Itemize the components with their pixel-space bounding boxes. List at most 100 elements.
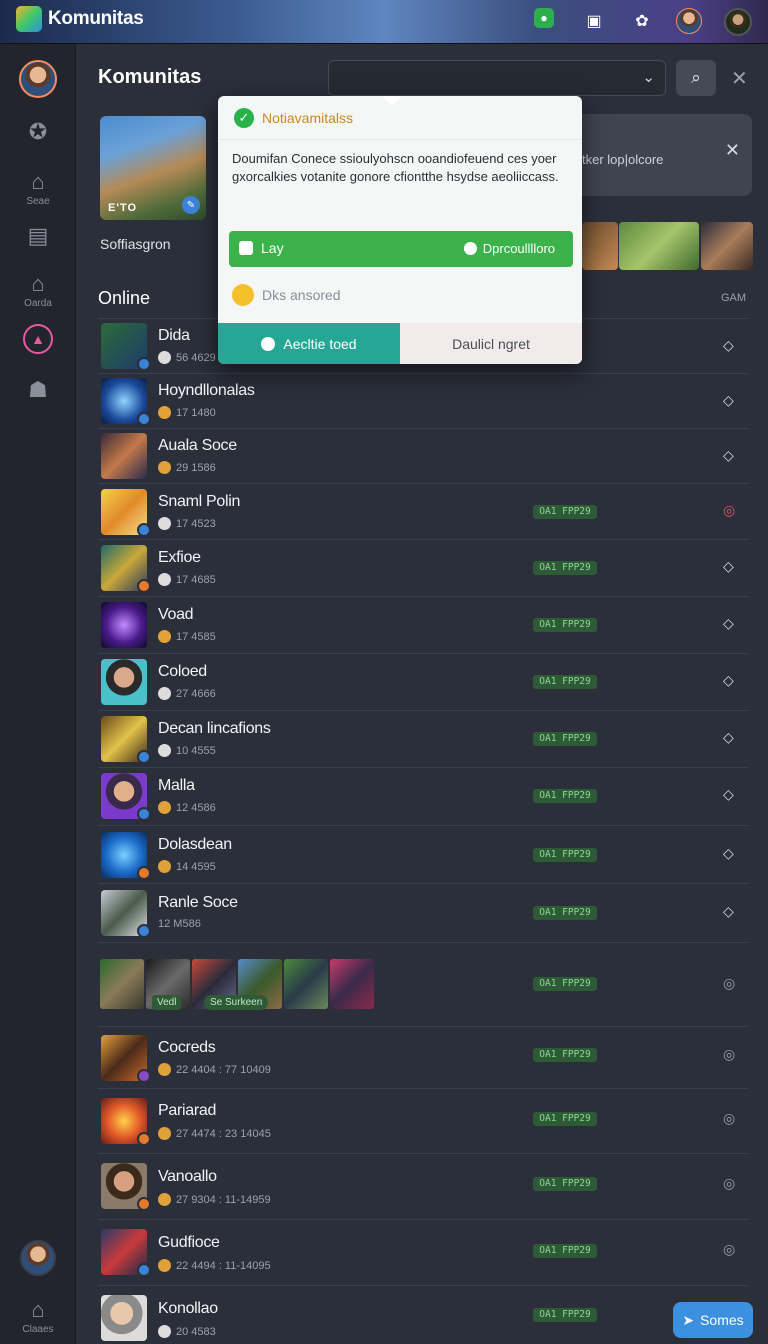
game-thumbnail	[101, 323, 151, 371]
status-badge: OA1 FPP29	[533, 1112, 597, 1126]
settings-icon[interactable]: ✿	[629, 8, 655, 34]
accept-button[interactable]: Aecltie toed	[218, 323, 400, 364]
friend-avatar[interactable]	[724, 8, 752, 36]
edit-icon[interactable]: ✎	[182, 196, 200, 214]
row-name: Snaml Polin	[158, 493, 241, 510]
table-row[interactable]: Pariarad 27 4474 : 23 14045 OA1 FPP29 ◎	[98, 1088, 748, 1153]
row-meta: 27 4474 : 23 14045	[158, 1127, 271, 1140]
status-badge: OA1 FPP29	[533, 675, 597, 689]
sidebar-item-claaes[interactable]: ⌂ Claaes	[0, 1297, 76, 1336]
badge-icon: ✪	[28, 119, 48, 144]
check-circle-icon[interactable]: ◎	[723, 1241, 735, 1258]
row-meta: 17 4685	[158, 573, 216, 586]
check-circle-icon[interactable]: ◎	[723, 1175, 735, 1192]
row-name: Voad	[158, 606, 194, 623]
shop-icon[interactable]: ▣	[581, 8, 607, 34]
diamond-icon[interactable]: ◇	[723, 786, 734, 803]
share-button[interactable]: ➤ Somes	[673, 1302, 753, 1338]
row-meta: 10 4555	[158, 744, 216, 757]
home-icon: ⌂	[31, 1297, 45, 1322]
check-circle-icon[interactable]: ◎	[723, 502, 735, 519]
gallery-row[interactable]: Vedl Se Surkeen OA1 FPP29 ◎	[98, 942, 748, 1026]
close-icon[interactable]: ✕	[725, 140, 740, 161]
app-title: Komunitas	[48, 8, 144, 29]
game-thumbnail[interactable]	[100, 959, 144, 1009]
row-meta: 17 4523	[158, 517, 216, 530]
check-circle-icon[interactable]: ◎	[723, 1046, 735, 1063]
diamond-icon[interactable]: ◇	[723, 447, 734, 464]
profile-avatar[interactable]	[676, 8, 702, 34]
sidebar-item-oarda[interactable]: ⌂ Oarda	[0, 271, 76, 310]
filter-select[interactable]: ⌄	[328, 60, 666, 96]
table-row[interactable]: Dolasdean 14 4595 OA1 FPP29 ◇	[98, 825, 748, 883]
row-meta: 12 4586	[158, 801, 216, 814]
sidebar-item-document[interactable]: ▤	[0, 224, 76, 248]
status-badge: OA1 FPP29	[533, 1048, 597, 1062]
table-row[interactable]: Decan lincafions 10 4555 OA1 FPP29 ◇	[98, 710, 748, 767]
diamond-icon[interactable]: ◇	[723, 558, 734, 575]
status-badge: OA1 FPP29	[533, 1308, 597, 1322]
row-meta: 12 M586	[158, 918, 201, 930]
table-row[interactable]: Exfioe 17 4685 OA1 FPP29 ◇	[98, 539, 748, 596]
diamond-icon[interactable]: ◇	[723, 615, 734, 632]
row-meta: 17 1480	[158, 406, 216, 419]
bar-left: Lay	[239, 240, 284, 256]
row-meta: 56 4629	[158, 351, 216, 364]
game-thumbnail[interactable]	[619, 222, 699, 270]
status-badge: OA1 FPP29	[533, 561, 597, 575]
check-circle-icon[interactable]: ◎	[723, 975, 735, 992]
diamond-icon[interactable]: ◇	[723, 729, 734, 746]
profile-avatar	[19, 60, 57, 98]
table-row[interactable]: Vanoallo 27 9304 : 11-14959 OA1 FPP29 ◎	[98, 1153, 748, 1219]
game-thumbnail[interactable]	[582, 222, 618, 270]
sidebar-item-profile[interactable]	[0, 60, 76, 98]
close-button[interactable]: ✕	[731, 66, 748, 91]
sidebar-item-user[interactable]	[0, 1240, 76, 1276]
chat-icon[interactable]: ●	[534, 8, 554, 28]
popup-body: Doumifan Conece ssioulyohscn ooandiofeue…	[232, 151, 559, 184]
decline-button[interactable]: Daulicl ngret	[400, 323, 582, 364]
brand[interactable]: Komunitas	[16, 6, 144, 32]
game-thumbnail	[101, 545, 151, 593]
table-row[interactable]: Malla 12 4586 OA1 FPP29 ◇	[98, 767, 748, 825]
table-row[interactable]: Gudfioce 22 4494 : 11-14095 OA1 FPP29 ◎	[98, 1219, 748, 1285]
table-row[interactable]: Voad 17 4585 OA1 FPP29 ◇	[98, 596, 748, 653]
featured-card-text: tker lop|olcore	[582, 152, 664, 167]
row-meta: 20 4583	[158, 1325, 216, 1338]
status-badge: OA1 FPP29	[533, 618, 597, 632]
sidebar-item-badge[interactable]: ✪	[0, 120, 76, 144]
featured-thumbnail[interactable]: E'TO ✎	[100, 116, 206, 220]
sidebar-item-seae[interactable]: ⌂ Seae	[0, 170, 76, 208]
progress-action-bar[interactable]: Lay Dprcoulllloro	[229, 231, 573, 267]
game-thumbnail	[101, 433, 147, 479]
game-thumbnail[interactable]	[330, 959, 374, 1009]
table-row[interactable]: Hoyndllonalas 17 1480 ◇	[98, 373, 748, 428]
diamond-icon[interactable]: ◇	[723, 337, 734, 354]
group-icon: ☗	[28, 377, 48, 402]
table-row[interactable]: Cocreds 22 4404 : 77 10409 OA1 FPP29 ◎	[98, 1026, 748, 1088]
game-thumbnail[interactable]	[284, 959, 328, 1009]
diamond-icon[interactable]: ◇	[723, 845, 734, 862]
table-row[interactable]: Snaml Polin 17 4523 OA1 FPP29 ◎	[98, 483, 748, 539]
sidebar-item-group[interactable]: ☗	[0, 378, 76, 402]
table-row[interactable]: Coloed 27 4666 OA1 FPP29 ◇	[98, 653, 748, 710]
sidebar-item-active[interactable]: ▲	[0, 324, 76, 354]
diamond-icon[interactable]: ◇	[723, 392, 734, 409]
popup-hint: Dks ansored	[232, 284, 341, 306]
info-icon	[261, 336, 276, 351]
status-badge: OA1 FPP29	[533, 1177, 597, 1191]
table-row[interactable]: Auala Soce 29 1586 ◇	[98, 428, 748, 483]
table-row[interactable]: Ranle Soce 12 M586 OA1 FPP29 ◇	[98, 883, 748, 942]
home-icon: ⌂	[31, 271, 45, 296]
table-row[interactable]: Konollao 20 4583 OA1 FPP29	[98, 1285, 748, 1344]
game-thumbnail[interactable]	[701, 222, 753, 270]
search-button[interactable]: ⌕	[676, 60, 716, 96]
sidebar-item-label: Claaes	[22, 1324, 54, 1335]
diamond-icon[interactable]: ◇	[723, 903, 734, 920]
diamond-icon[interactable]: ◇	[723, 672, 734, 689]
popup-title: Notiavamitalss	[262, 109, 354, 126]
row-meta: 22 4404 : 77 10409	[158, 1063, 271, 1076]
row-name: Auala Soce	[158, 437, 237, 454]
check-circle-icon[interactable]: ◎	[723, 1110, 735, 1127]
game-thumbnail	[101, 773, 151, 821]
